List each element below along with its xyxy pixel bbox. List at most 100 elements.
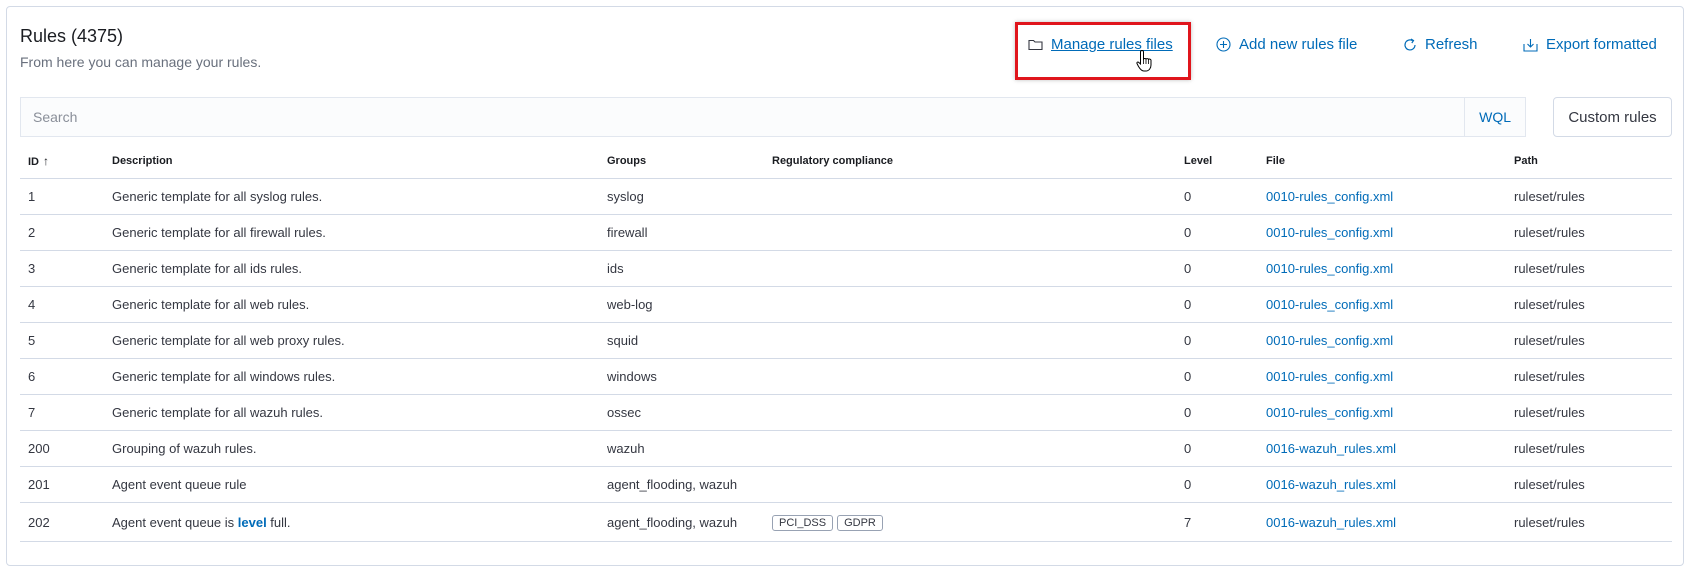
rule-compliance-cell	[764, 358, 1176, 395]
refresh-label: Refresh	[1425, 36, 1478, 53]
table-row[interactable]: 201 Agent event queue rule agent_flooding,…	[20, 466, 1672, 503]
rule-description-cell: Generic template for all windows rules.	[104, 358, 599, 395]
rule-path-cell: ruleset/rules	[1506, 178, 1672, 215]
rule-file-link[interactable]: 0010-rules_config.xml	[1266, 189, 1393, 204]
rule-level-cell: 0	[1176, 358, 1258, 395]
rule-description-cell: Generic template for all web rules.	[104, 286, 599, 323]
rule-groups-cell: firewall	[599, 214, 764, 251]
rule-groups-cell: squid	[599, 322, 764, 359]
table-row[interactable]: 200 Grouping of wazuh rules. wazuh 0 0016-wa…	[20, 430, 1672, 467]
rule-description-cell: Generic template for all ids rules.	[104, 250, 599, 287]
export-formatted-label: Export formatted	[1546, 36, 1657, 53]
rule-path-cell: ruleset/rules	[1506, 466, 1672, 503]
refresh-button[interactable]: Refresh	[1403, 36, 1478, 53]
rule-description-cell: Generic template for all web proxy rules…	[104, 322, 599, 359]
rule-level-cell: 0	[1176, 286, 1258, 323]
description-text: full.	[266, 514, 291, 530]
table-row[interactable]: 7 Generic template for all wazuh rules. os…	[20, 394, 1672, 431]
add-new-rules-file-button[interactable]: Add new rules file	[1216, 36, 1357, 53]
rule-groups-cell: web-log	[599, 286, 764, 323]
rule-compliance-cell	[764, 250, 1176, 287]
rule-level-cell: 0	[1176, 466, 1258, 503]
rule-file-link[interactable]: 0010-rules_config.xml	[1266, 225, 1393, 240]
rule-level-cell: 0	[1176, 394, 1258, 431]
rule-file-link[interactable]: 0010-rules_config.xml	[1266, 333, 1393, 348]
table-header-row: ID ↑ Description Groups Regulatory compli…	[20, 143, 1672, 179]
table-row[interactable]: 1 Generic template for all syslog rules. s…	[20, 178, 1672, 215]
rule-file-cell: 0016-wazuh_rules.xml	[1258, 466, 1506, 503]
rule-compliance-cell	[764, 322, 1176, 359]
rule-level-cell: 0	[1176, 178, 1258, 215]
rule-file-cell: 0010-rules_config.xml	[1258, 286, 1506, 323]
table-row[interactable]: 202 Agent event queue is level full. agent…	[20, 502, 1672, 542]
table-row[interactable]: 3 Generic template for all ids rules. ids 0…	[20, 250, 1672, 287]
rule-file-link[interactable]: 0016-wazuh_rules.xml	[1266, 477, 1396, 492]
add-new-rules-file-label: Add new rules file	[1239, 36, 1358, 53]
rule-file-link[interactable]: 0010-rules_config.xml	[1266, 297, 1393, 312]
rule-path-cell: ruleset/rules	[1506, 430, 1672, 467]
search-input[interactable]	[21, 98, 1465, 136]
compliance-badge[interactable]: GDPR	[837, 514, 883, 531]
page-subtitle: From here you can manage your rules.	[20, 54, 262, 70]
rule-level-cell: 0	[1176, 214, 1258, 251]
rule-level-cell: 0	[1176, 322, 1258, 359]
rule-file-link[interactable]: 0016-wazuh_rules.xml	[1266, 441, 1396, 456]
rule-groups-cell: wazuh	[599, 430, 764, 467]
search-bar: WQL	[20, 97, 1526, 137]
rule-level-cell: 0	[1176, 430, 1258, 467]
rule-file-cell: 0016-wazuh_rules.xml	[1258, 430, 1506, 467]
rule-groups-cell: agent_flooding, wazuh	[599, 466, 764, 503]
rule-file-link[interactable]: 0010-rules_config.xml	[1266, 405, 1393, 420]
rule-compliance-cell: PCI_DSS GDPR	[764, 502, 1176, 542]
rule-description-cell: Generic template for all syslog rules.	[104, 178, 599, 215]
rule-id-cell: 6	[20, 358, 104, 395]
column-header-file[interactable]: File	[1258, 143, 1506, 179]
rule-groups-cell: windows	[599, 358, 764, 395]
column-header-id[interactable]: ID ↑	[20, 143, 104, 179]
rule-file-cell: 0010-rules_config.xml	[1258, 214, 1506, 251]
rule-path-cell: ruleset/rules	[1506, 322, 1672, 359]
table-row[interactable]: 2 Generic template for all firewall rules…	[20, 214, 1672, 251]
rule-description-cell: Generic template for all firewall rules.	[104, 214, 599, 251]
rule-path-cell: ruleset/rules	[1506, 214, 1672, 251]
rule-path-cell: ruleset/rules	[1506, 358, 1672, 395]
rule-file-cell: 0010-rules_config.xml	[1258, 178, 1506, 215]
compliance-badge[interactable]: PCI_DSS	[772, 514, 834, 531]
rule-compliance-cell	[764, 178, 1176, 215]
rule-description-cell: Agent event queue is level full.	[104, 502, 599, 542]
highlight-box	[1015, 22, 1191, 80]
rule-compliance-cell	[764, 430, 1176, 467]
rule-groups-cell: syslog	[599, 178, 764, 215]
plus-circle-icon	[1216, 37, 1231, 52]
table-row[interactable]: 4 Generic template for all web rules. web-…	[20, 286, 1672, 323]
column-header-path[interactable]: Path	[1506, 143, 1672, 179]
table-row[interactable]: 6 Generic template for all windows rules.…	[20, 358, 1672, 395]
rule-groups-cell: ids	[599, 250, 764, 287]
rule-file-cell: 0010-rules_config.xml	[1258, 250, 1506, 287]
rule-level-cell: 0	[1176, 250, 1258, 287]
column-header-description[interactable]: Description	[104, 143, 599, 179]
refresh-icon	[1404, 37, 1416, 50]
table-row[interactable]: 5 Generic template for all web proxy rule…	[20, 322, 1672, 359]
export-formatted-button[interactable]: Export formatted	[1523, 36, 1657, 53]
rule-path-cell: ruleset/rules	[1506, 286, 1672, 323]
rule-groups-cell: agent_flooding, wazuh	[599, 502, 764, 542]
description-keyword: level	[237, 514, 267, 530]
rule-compliance-cell	[764, 214, 1176, 251]
custom-rules-button[interactable]: Custom rules	[1553, 97, 1672, 137]
rule-file-link[interactable]: 0016-wazuh_rules.xml	[1266, 515, 1396, 530]
rule-file-link[interactable]: 0010-rules_config.xml	[1266, 369, 1393, 384]
rule-description-cell: Generic template for all wazuh rules.	[104, 394, 599, 431]
column-header-level[interactable]: Level	[1176, 143, 1258, 179]
rule-id-cell: 4	[20, 286, 104, 323]
rule-id-cell: 1	[20, 178, 104, 215]
sort-ascending-icon: ↑	[43, 153, 49, 168]
rule-file-link[interactable]: 0010-rules_config.xml	[1266, 261, 1393, 276]
rules-table: ID ↑ Description Groups Regulatory compli…	[20, 143, 1672, 542]
rule-description-cell: Grouping of wazuh rules.	[104, 430, 599, 467]
rule-path-cell: ruleset/rules	[1506, 394, 1672, 431]
rule-id-cell: 200	[20, 430, 104, 467]
column-header-groups[interactable]: Groups	[599, 143, 764, 179]
wql-button[interactable]: WQL	[1464, 98, 1525, 136]
rule-compliance-cell	[764, 466, 1176, 503]
